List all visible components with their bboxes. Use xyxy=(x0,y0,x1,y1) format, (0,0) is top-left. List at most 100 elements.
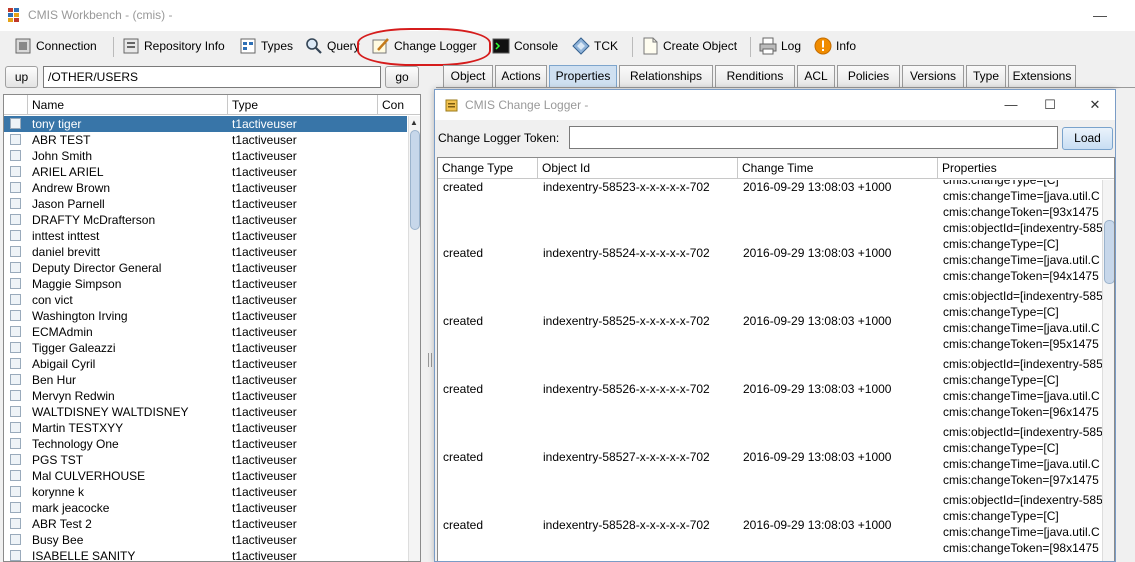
background-edge xyxy=(1116,89,1135,562)
properties-cell: cmis:objectId=[indexentry-585 cmis:change… xyxy=(943,424,1102,492)
table-row[interactable]: ECMAdmin t1activeuser xyxy=(4,324,407,340)
repository-info-button[interactable]: Repository Info xyxy=(122,34,225,58)
table-row[interactable]: tony tiger t1activeuser xyxy=(4,116,407,132)
properties-cell: cmis:changeType=[C] cmis:changeTime=[java… xyxy=(943,180,1102,220)
table-row[interactable]: ABR Test 2 t1activeuser xyxy=(4,516,407,532)
tab-type[interactable]: Type xyxy=(966,65,1006,87)
table-row[interactable]: Andrew Brown t1activeuser xyxy=(4,180,407,196)
table-row[interactable]: created indexentry-58528-x-x-x-x-x-702 201… xyxy=(438,492,1102,560)
icon-column-header[interactable] xyxy=(4,95,28,115)
repository-info-icon xyxy=(123,38,139,54)
up-button[interactable]: up xyxy=(5,66,38,88)
table-row[interactable]: Technology One t1activeuser xyxy=(4,436,407,452)
row-name: Washington Irving xyxy=(32,309,128,323)
token-input[interactable] xyxy=(569,126,1058,149)
object-id-column-header[interactable]: Object Id xyxy=(538,158,738,179)
table-row[interactable]: Mal CULVERHOUSE t1activeuser xyxy=(4,468,407,484)
row-name: inttest inttest xyxy=(32,229,100,243)
tab-object[interactable]: Object xyxy=(443,65,493,87)
tab-actions[interactable]: Actions xyxy=(495,65,547,87)
table-row[interactable]: created indexentry-58524-x-x-x-x-x-702 201… xyxy=(438,220,1102,288)
tab-extensions[interactable]: Extensions xyxy=(1008,65,1076,87)
table-row[interactable]: Mervyn Redwin t1activeuser xyxy=(4,388,407,404)
type-column-header[interactable]: Type xyxy=(228,95,378,115)
change-type-column-header[interactable]: Change Type xyxy=(438,158,538,179)
table-row[interactable]: PGS TST t1activeuser xyxy=(4,452,407,468)
table-row[interactable]: Abigail Cyril t1activeuser xyxy=(4,356,407,372)
dialog-minimize-button[interactable]: — xyxy=(1000,95,1022,115)
table-row[interactable]: Jason Parnell t1activeuser xyxy=(4,196,407,212)
property-line: cmis:changeToken=[97x1475 xyxy=(943,473,1099,487)
table-row[interactable]: created indexentry-58525-x-x-x-x-x-702 201… xyxy=(438,288,1102,356)
tck-button[interactable]: TCK xyxy=(572,34,618,58)
row-type: t1activeuser xyxy=(232,389,297,403)
name-column-header[interactable]: Name xyxy=(28,95,228,115)
tab-policies[interactable]: Policies xyxy=(837,65,900,87)
table-row[interactable]: mark jeacocke t1activeuser xyxy=(4,500,407,516)
query-button[interactable]: Query xyxy=(305,34,360,58)
connection-button[interactable]: Connection xyxy=(14,34,97,58)
tab-properties[interactable]: Properties xyxy=(549,65,617,87)
row-type: t1activeuser xyxy=(232,341,297,355)
document-icon xyxy=(10,278,21,289)
table-row[interactable]: Maggie Simpson t1activeuser xyxy=(4,276,407,292)
search-icon xyxy=(306,38,322,54)
document-icon xyxy=(10,502,21,513)
content-column-header[interactable]: Con xyxy=(378,95,420,115)
table-row[interactable]: Washington Irving t1activeuser xyxy=(4,308,407,324)
path-input[interactable] xyxy=(43,66,381,88)
tab-versions[interactable]: Versions xyxy=(902,65,964,87)
row-name: daniel brevitt xyxy=(32,245,101,259)
table-row[interactable]: Ben Hur t1activeuser xyxy=(4,372,407,388)
table-row[interactable]: con vict t1activeuser xyxy=(4,292,407,308)
tab-renditions[interactable]: Renditions xyxy=(715,65,795,87)
object-id-cell: indexentry-58523-x-x-x-x-x-702 xyxy=(543,180,710,194)
table-row[interactable]: daniel brevitt t1activeuser xyxy=(4,244,407,260)
info-button[interactable]: Info xyxy=(814,34,856,58)
log-button[interactable]: Log xyxy=(759,34,801,58)
row-name: Ben Hur xyxy=(32,373,77,387)
table-row[interactable]: John Smith t1activeuser xyxy=(4,148,407,164)
minimize-button[interactable]: — xyxy=(1090,6,1110,24)
table-row[interactable]: Tigger Galeazzi t1activeuser xyxy=(4,340,407,356)
table-row[interactable]: created indexentry-58526-x-x-x-x-x-702 201… xyxy=(438,356,1102,424)
dialog-title-bar: CMIS Change Logger - — ☐ ✕ xyxy=(435,90,1115,120)
table-row[interactable]: created indexentry-58527-x-x-x-x-x-702 201… xyxy=(438,424,1102,492)
table-row[interactable]: Busy Bee t1activeuser xyxy=(4,532,407,548)
dialog-maximize-button[interactable]: ☐ xyxy=(1039,95,1061,115)
console-button[interactable]: Console xyxy=(492,34,558,58)
dialog-close-button[interactable]: ✕ xyxy=(1084,95,1106,115)
change-time-column-header[interactable]: Change Time xyxy=(738,158,938,179)
splitter-grip-icon[interactable] xyxy=(428,353,432,367)
table-row[interactable]: ABR TEST t1activeuser xyxy=(4,132,407,148)
table-row[interactable]: ARIEL ARIEL t1activeuser xyxy=(4,164,407,180)
table-row[interactable]: created indexentry-58523-x-x-x-x-x-702 201… xyxy=(438,180,1102,220)
table-row[interactable]: korynne k t1activeuser xyxy=(4,484,407,500)
tab-relationships[interactable]: Relationships xyxy=(619,65,713,87)
toolbar-divider xyxy=(113,37,114,57)
table-row[interactable]: ISABELLE SANITY t1activeuser xyxy=(4,548,407,561)
tab-acl[interactable]: ACL xyxy=(797,65,835,87)
table-row[interactable]: Deputy Director General t1activeuser xyxy=(4,260,407,276)
load-button[interactable]: Load xyxy=(1062,127,1113,150)
scroll-up-icon[interactable]: ▲ xyxy=(410,118,418,127)
table-row[interactable]: inttest inttest t1activeuser xyxy=(4,228,407,244)
properties-column-header[interactable]: Properties xyxy=(938,158,1114,179)
object-id-cell: indexentry-58528-x-x-x-x-x-702 xyxy=(543,518,710,532)
go-button[interactable]: go xyxy=(385,66,419,88)
vertical-scrollbar[interactable]: ▲ xyxy=(408,116,420,561)
change-time-cell: 2016-09-29 13:08:03 +1000 xyxy=(743,180,892,194)
row-name: WALTDISNEY WALTDISNEY xyxy=(32,405,189,419)
row-name: ABR Test 2 xyxy=(32,517,92,531)
vertical-scrollbar[interactable] xyxy=(1102,180,1114,561)
object-id-cell: indexentry-58525-x-x-x-x-x-702 xyxy=(543,314,710,328)
table-row[interactable]: DRAFTY McDrafterson t1activeuser xyxy=(4,212,407,228)
scrollbar-thumb[interactable] xyxy=(410,130,420,230)
new-document-icon xyxy=(643,37,658,55)
create-object-button[interactable]: Create Object xyxy=(641,34,737,58)
types-button[interactable]: Types xyxy=(239,34,293,58)
scrollbar-thumb[interactable] xyxy=(1104,220,1114,284)
document-icon xyxy=(10,454,21,465)
table-row[interactable]: Martin TESTXYY t1activeuser xyxy=(4,420,407,436)
table-row[interactable]: WALTDISNEY WALTDISNEY t1activeuser xyxy=(4,404,407,420)
